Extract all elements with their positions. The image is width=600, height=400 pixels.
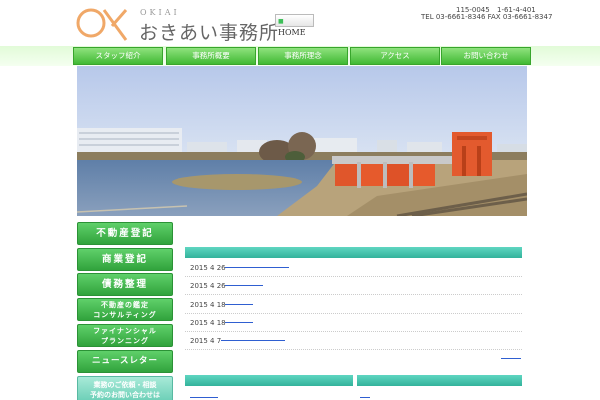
sidebar-contact-banner[interactable]: 業務のご依頼・相談 予約のお問い合わせは (77, 376, 173, 400)
news-more-link[interactable] (501, 358, 521, 359)
news-link[interactable] (225, 267, 289, 268)
sidebar-item-newsletter[interactable]: ニュースレター (77, 350, 173, 373)
logo-icon[interactable] (74, 4, 134, 42)
news-date: 2015 4 26 (190, 282, 226, 290)
nav-item-contact[interactable]: お問い合わせ (441, 47, 531, 65)
sidebar-item-commercial-registration[interactable]: 商業登記 (77, 248, 173, 271)
news-link[interactable] (225, 285, 263, 286)
news-date: 2015 4 26 (190, 264, 226, 272)
news-date: 2015 4 18 (190, 301, 226, 309)
sidebar-item-line1: 不動産の鑑定 (101, 300, 149, 309)
news-date: 2015 4 7 (190, 337, 222, 345)
nav-item-overview[interactable]: 事務所概要 (166, 47, 256, 65)
river-sluice-gate-photo (77, 66, 527, 216)
sidebar-item-debt-consolidation[interactable]: 債務整理 (77, 273, 173, 296)
news-link[interactable] (225, 304, 253, 305)
contact-banner-line2: 予約のお問い合わせは (90, 390, 160, 399)
contact-banner-line1: 業務のご依頼・相談 (93, 380, 157, 389)
bullet-icon: ■ (278, 18, 284, 25)
home-label: HOME (278, 28, 306, 37)
lower-left-panel-header (185, 375, 353, 386)
nav-item-staff[interactable]: スタッフ紹介 (73, 47, 163, 65)
news-row: 2015 4 7 (185, 332, 522, 350)
news-row: 2015 4 26 (185, 259, 522, 277)
site-title[interactable]: おきあい事務所 (139, 18, 279, 45)
lower-right-panel-header (357, 375, 522, 386)
nav-item-philosophy[interactable]: 事務所理念 (258, 47, 348, 65)
lower-right-link[interactable] (360, 397, 370, 398)
logo-subtitle: OKIAI (140, 8, 180, 17)
sidebar-item-appraisal-consulting[interactable]: 不動産の鑑定 コンサルティング (77, 298, 173, 321)
news-row: 2015 4 26 (185, 277, 522, 295)
news-date: 2015 4 18 (190, 319, 226, 327)
site-header: OKIAI おきあい事務所 ■ HOME 115-0045 1-61-4-401… (0, 0, 600, 46)
sidebar-item-real-estate-registration[interactable]: 不動産登記 (77, 222, 173, 245)
news-row: 2015 4 18 (185, 296, 522, 314)
news-panel-header (185, 247, 522, 258)
news-link[interactable] (225, 322, 253, 323)
sidebar-item-line2: コンサルティング (93, 310, 157, 319)
home-button[interactable]: ■ HOME (275, 14, 314, 37)
hero-image (77, 66, 527, 216)
sidebar-item-financial-planning[interactable]: ファイナンシャル プランニング (77, 324, 173, 347)
tel-fax: TEL 03-6661-8346 FAX 03-6661-8347 (421, 13, 553, 21)
news-row: 2015 4 18 (185, 314, 522, 332)
news-link[interactable] (221, 340, 285, 341)
sidebar-item-line2: プランニング (101, 336, 149, 345)
sidebar-item-line1: ファイナンシャル (93, 326, 157, 335)
lower-left-link[interactable] (190, 397, 218, 398)
nav-item-access[interactable]: アクセス (350, 47, 440, 65)
